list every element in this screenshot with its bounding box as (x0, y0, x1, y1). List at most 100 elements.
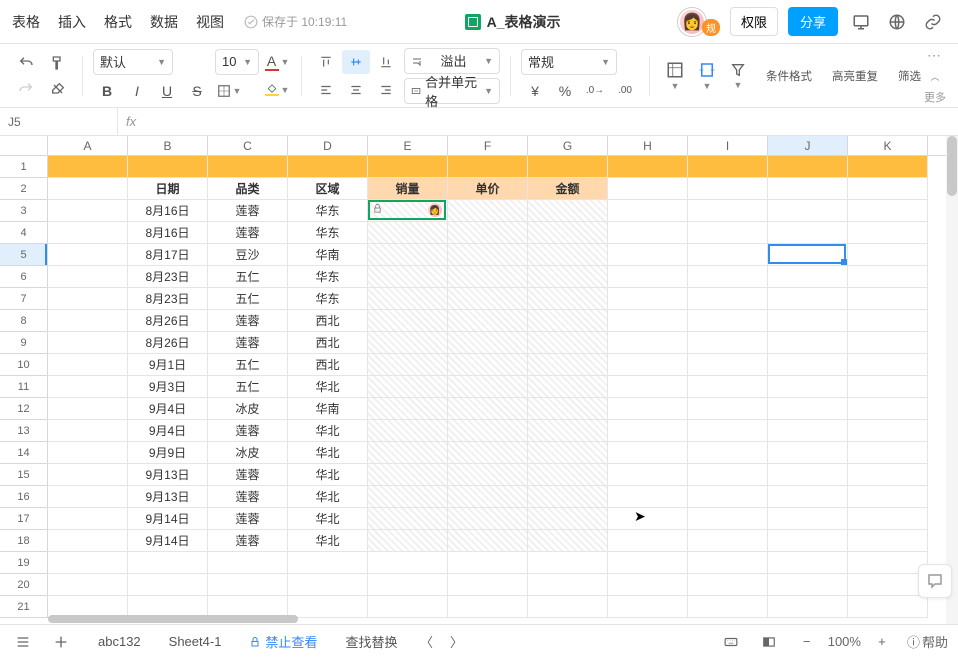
cell[interactable] (528, 354, 608, 376)
undo-button[interactable] (12, 51, 40, 75)
cell[interactable] (368, 420, 448, 442)
formula-input[interactable]: fx (118, 114, 958, 129)
cell[interactable]: 日期 (128, 178, 208, 200)
text-wrap-select[interactable]: 溢出▼ (404, 48, 500, 74)
cell[interactable] (848, 552, 928, 574)
cell[interactable] (528, 398, 608, 420)
cell[interactable] (368, 464, 448, 486)
cell[interactable] (448, 552, 528, 574)
cell[interactable] (448, 266, 528, 288)
cell[interactable] (48, 332, 128, 354)
cell[interactable] (48, 420, 128, 442)
cell[interactable] (448, 354, 528, 376)
cell[interactable]: 华东 (288, 222, 368, 244)
cell[interactable] (608, 552, 688, 574)
col-header-I[interactable]: I (688, 136, 768, 155)
cond-format-button[interactable]: 条件格式 (760, 66, 818, 86)
cell[interactable] (48, 200, 128, 222)
present-icon[interactable] (848, 9, 874, 35)
cell[interactable] (368, 376, 448, 398)
cell[interactable] (768, 310, 848, 332)
col-header-A[interactable]: A (48, 136, 128, 155)
cell[interactable] (208, 156, 288, 178)
cell[interactable]: 莲蓉 (208, 222, 288, 244)
cell[interactable] (368, 442, 448, 464)
cell[interactable]: 莲蓉 (208, 310, 288, 332)
cell[interactable] (528, 310, 608, 332)
row-header-3[interactable]: 3 (0, 200, 48, 222)
cell[interactable]: 华北 (288, 464, 368, 486)
align-middle-button[interactable] (342, 50, 370, 74)
cell[interactable] (768, 222, 848, 244)
cell[interactable] (688, 244, 768, 266)
cell[interactable] (448, 420, 528, 442)
cell[interactable] (848, 178, 928, 200)
cell[interactable] (688, 486, 768, 508)
cell[interactable] (368, 354, 448, 376)
cell[interactable] (608, 464, 688, 486)
cell[interactable] (368, 288, 448, 310)
cell[interactable] (688, 464, 768, 486)
cell[interactable] (688, 200, 768, 222)
cell[interactable]: 五仁 (208, 376, 288, 398)
cell[interactable] (688, 266, 768, 288)
view-mode-icon[interactable] (756, 629, 782, 655)
row-header-20[interactable]: 20 (0, 574, 48, 596)
cell[interactable]: 华东 (288, 266, 368, 288)
cell[interactable] (448, 376, 528, 398)
cell[interactable] (688, 574, 768, 596)
link-icon[interactable] (920, 9, 946, 35)
row-header-18[interactable]: 18 (0, 530, 48, 552)
cell[interactable] (448, 200, 528, 222)
row-header-4[interactable]: 4 (0, 222, 48, 244)
cell[interactable] (608, 574, 688, 596)
cell[interactable] (608, 332, 688, 354)
row-header-12[interactable]: 12 (0, 398, 48, 420)
cell[interactable]: 西北 (288, 332, 368, 354)
row-header-6[interactable]: 6 (0, 266, 48, 288)
comment-float-button[interactable] (918, 564, 952, 598)
borders-button[interactable]: ▼ (215, 79, 243, 103)
cell[interactable]: 9月4日 (128, 398, 208, 420)
row-header-1[interactable]: 1 (0, 156, 48, 178)
align-center-button[interactable] (342, 78, 370, 102)
sheet-list-button[interactable] (10, 629, 36, 655)
sheet-tab-locked[interactable]: 禁止查看 (237, 628, 329, 655)
cell[interactable] (608, 266, 688, 288)
sheet-tab-4[interactable]: 查找替换 (333, 628, 409, 655)
cells-area[interactable]: 日期品类区域销量单价金额8月16日莲蓉华东👩8月16日莲蓉华东8月17日豆沙华南… (48, 156, 928, 618)
zoom-in-button[interactable]: + (869, 629, 895, 655)
cell[interactable] (368, 508, 448, 530)
cell[interactable]: 豆沙 (208, 244, 288, 266)
cell[interactable] (688, 354, 768, 376)
row-header-11[interactable]: 11 (0, 376, 48, 398)
cell[interactable] (48, 178, 128, 200)
strikethrough-button[interactable]: S (183, 79, 211, 103)
cell[interactable] (528, 376, 608, 398)
cell[interactable] (608, 486, 688, 508)
sheet-tab-1[interactable]: abc132 (86, 630, 153, 653)
cell[interactable] (448, 486, 528, 508)
cell[interactable] (768, 156, 848, 178)
filter-button[interactable]: 筛选 (892, 66, 927, 86)
menu-view[interactable]: 视图 (196, 12, 224, 32)
cell[interactable]: 品类 (208, 178, 288, 200)
sheet-tab-2[interactable]: Sheet4-1 (157, 630, 234, 653)
row-header-8[interactable]: 8 (0, 310, 48, 332)
cell[interactable] (48, 288, 128, 310)
cell[interactable] (448, 398, 528, 420)
cell[interactable] (48, 310, 128, 332)
keyboard-icon[interactable] (718, 629, 744, 655)
cell[interactable]: 8月16日 (128, 200, 208, 222)
cell[interactable] (608, 420, 688, 442)
cell[interactable]: 8月26日 (128, 310, 208, 332)
cell[interactable] (528, 288, 608, 310)
cell[interactable] (848, 508, 928, 530)
cell[interactable]: 华北 (288, 442, 368, 464)
horizontal-scrollbar[interactable] (48, 614, 958, 624)
col-header-B[interactable]: B (128, 136, 208, 155)
cell[interactable] (48, 244, 128, 266)
row-header-16[interactable]: 16 (0, 486, 48, 508)
cell[interactable] (448, 288, 528, 310)
cell[interactable] (48, 266, 128, 288)
